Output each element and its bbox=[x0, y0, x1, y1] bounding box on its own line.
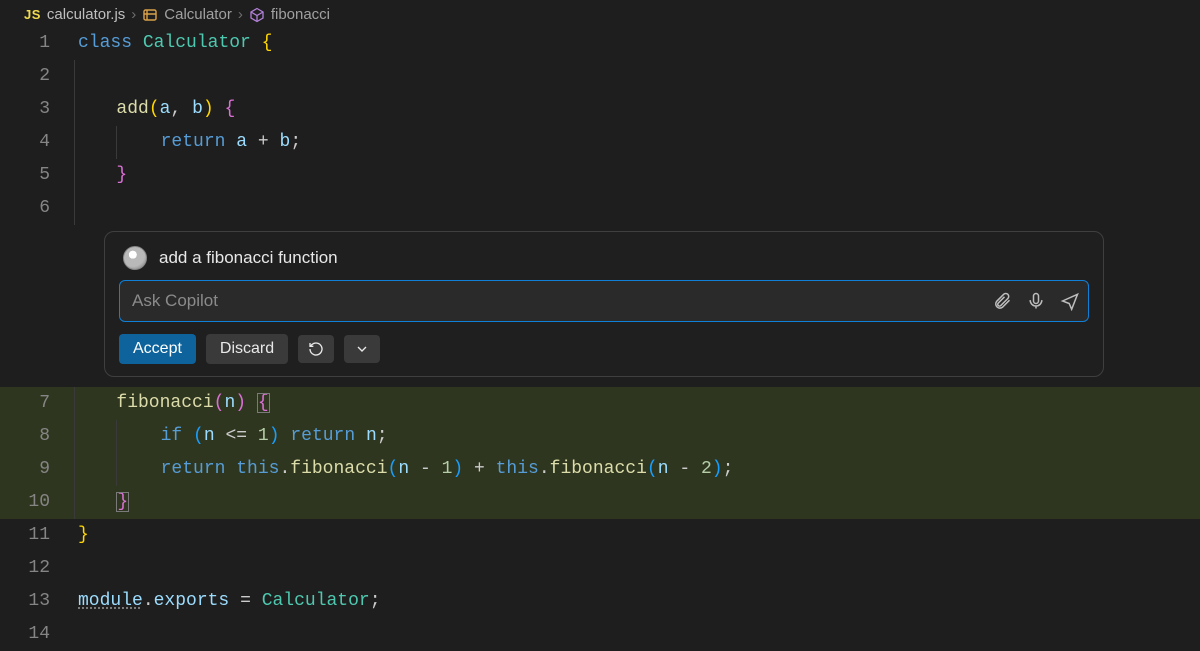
copilot-input[interactable] bbox=[132, 291, 992, 311]
code-line[interactable]: 11 } bbox=[0, 519, 1200, 552]
line-number: 10 bbox=[0, 486, 74, 519]
line-number: 5 bbox=[0, 159, 74, 192]
code-line-diff[interactable]: 10 } bbox=[0, 486, 1200, 519]
line-number: 11 bbox=[0, 519, 74, 552]
method-icon bbox=[249, 7, 265, 23]
regenerate-button[interactable] bbox=[298, 335, 334, 363]
line-number: 7 bbox=[0, 387, 74, 420]
line-number: 14 bbox=[0, 618, 74, 651]
code-line[interactable]: 1 class Calculator { bbox=[0, 27, 1200, 60]
line-number: 13 bbox=[0, 585, 74, 618]
code-line[interactable]: 3 add(a, b) { bbox=[0, 93, 1200, 126]
breadcrumb-class[interactable]: Calculator bbox=[164, 6, 232, 23]
code-line[interactable]: 14 bbox=[0, 618, 1200, 651]
more-options-button[interactable] bbox=[344, 335, 380, 363]
code-line[interactable]: 5 } bbox=[0, 159, 1200, 192]
copilot-user-prompt: add a fibonacci function bbox=[159, 248, 338, 268]
copilot-ask-row[interactable] bbox=[119, 280, 1089, 322]
code-line-diff[interactable]: 7 fibonacci(n) { bbox=[0, 387, 1200, 420]
line-number: 6 bbox=[0, 192, 74, 225]
class-icon bbox=[142, 7, 158, 23]
line-number: 9 bbox=[0, 453, 74, 486]
code-line[interactable]: 4 return a + b; bbox=[0, 126, 1200, 159]
user-avatar bbox=[123, 246, 147, 270]
code-line[interactable]: 2 bbox=[0, 60, 1200, 93]
line-number: 1 bbox=[0, 27, 74, 60]
send-icon[interactable] bbox=[1060, 291, 1080, 311]
line-number: 2 bbox=[0, 60, 74, 93]
code-line-diff[interactable]: 8 if (n <= 1) return n; bbox=[0, 420, 1200, 453]
discard-button[interactable]: Discard bbox=[206, 334, 288, 364]
code-editor[interactable]: 1 class Calculator { 2 3 add(a, b) { 4 r… bbox=[0, 27, 1200, 651]
copilot-inline-panel: add a fibonacci function Accept Discard bbox=[104, 231, 1104, 377]
code-line-diff[interactable]: 9 return this.fibonacci(n - 1) + this.fi… bbox=[0, 453, 1200, 486]
microphone-icon[interactable] bbox=[1026, 291, 1046, 311]
line-number: 8 bbox=[0, 420, 74, 453]
breadcrumb-sep-1: › bbox=[131, 6, 136, 23]
line-number: 4 bbox=[0, 126, 74, 159]
breadcrumb-method[interactable]: fibonacci bbox=[271, 6, 330, 23]
breadcrumb-sep-2: › bbox=[238, 6, 243, 23]
code-line[interactable]: 6 bbox=[0, 192, 1200, 225]
attachment-icon[interactable] bbox=[992, 291, 1012, 311]
breadcrumb: JS calculator.js › Calculator › fibonacc… bbox=[0, 0, 1200, 27]
js-file-icon: JS bbox=[24, 7, 41, 22]
code-line[interactable]: 13 module.exports = Calculator; bbox=[0, 585, 1200, 618]
copilot-prompt-row: add a fibonacci function bbox=[119, 244, 1089, 280]
line-number: 3 bbox=[0, 93, 74, 126]
accept-button[interactable]: Accept bbox=[119, 334, 196, 364]
code-line[interactable]: 12 bbox=[0, 552, 1200, 585]
breadcrumb-file[interactable]: calculator.js bbox=[47, 6, 125, 23]
line-number: 12 bbox=[0, 552, 74, 585]
